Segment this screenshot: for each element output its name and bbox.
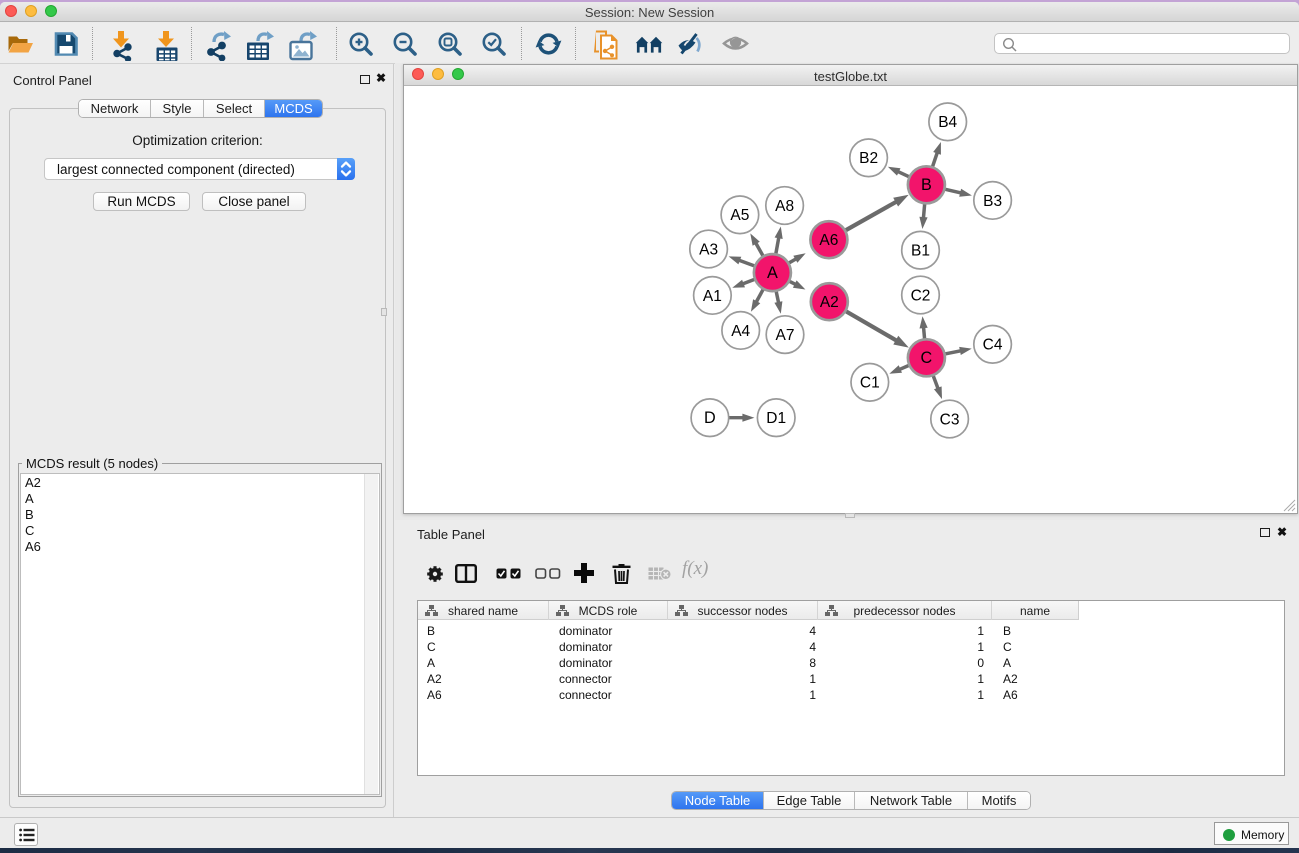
svg-text:B2: B2 <box>859 150 878 167</box>
svg-text:A1: A1 <box>703 288 722 305</box>
svg-text:D: D <box>704 409 716 427</box>
svg-text:A6: A6 <box>819 232 838 249</box>
svg-text:C3: C3 <box>940 411 960 428</box>
svg-text:B: B <box>921 176 932 194</box>
svg-text:A2: A2 <box>820 294 839 311</box>
svg-text:A4: A4 <box>731 323 750 340</box>
svg-text:A8: A8 <box>775 198 794 215</box>
svg-text:B1: B1 <box>911 243 930 260</box>
svg-text:A: A <box>767 264 778 282</box>
svg-text:A7: A7 <box>776 327 795 344</box>
svg-text:B3: B3 <box>983 193 1002 210</box>
svg-text:D1: D1 <box>766 410 786 427</box>
svg-text:C4: C4 <box>983 337 1003 354</box>
svg-text:A5: A5 <box>730 207 749 224</box>
svg-text:C: C <box>921 349 933 367</box>
svg-text:B4: B4 <box>938 114 957 131</box>
svg-text:C1: C1 <box>860 375 880 392</box>
svg-text:C2: C2 <box>911 287 931 304</box>
svg-text:A3: A3 <box>699 241 718 258</box>
